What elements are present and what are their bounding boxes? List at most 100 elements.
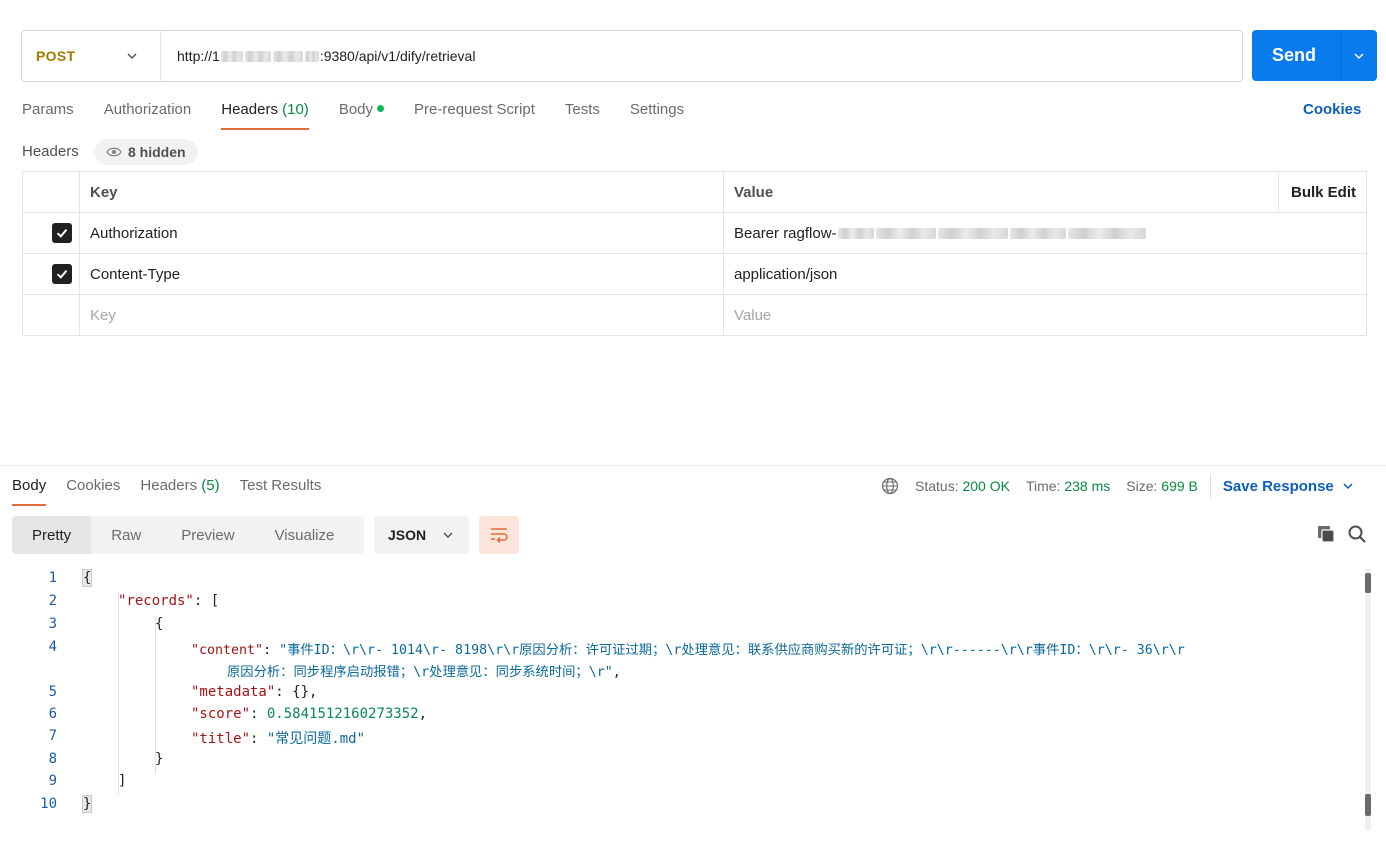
body-indicator-dot (377, 105, 385, 112)
tab-response-body[interactable]: Body (12, 477, 47, 506)
method-label: POST (36, 48, 76, 64)
json-number: 0.5841512160273352 (266, 706, 419, 722)
table-header-row: Key Value Bulk Edit (23, 172, 1366, 213)
redacted-blur (272, 50, 303, 62)
tab-tests[interactable]: Tests (565, 100, 600, 130)
redacted-blur (837, 227, 874, 239)
redacted-blur (875, 227, 936, 239)
line-number: 8 (48, 751, 57, 767)
format-label: JSON (388, 527, 427, 543)
code-line: "metadata": {}, (191, 684, 317, 700)
json-punct: , (612, 665, 621, 680)
send-button[interactable]: Send (1252, 30, 1377, 81)
column-value: Value (734, 183, 774, 201)
scrollbar-thumb[interactable] (1365, 794, 1371, 816)
tab-authorization[interactable]: Authorization (104, 100, 192, 130)
line-number: 7 (48, 728, 57, 744)
cookies-link[interactable]: Cookies (1303, 101, 1361, 118)
url-bar: POST http://1 :9380/api/v1/dify/retrieva… (21, 30, 1243, 82)
redacted-blur (244, 50, 271, 62)
header-key-field[interactable]: Content-Type (90, 254, 180, 294)
tab-label: Tests (564, 101, 600, 118)
wrap-lines-button[interactable] (479, 516, 519, 554)
send-label: Send (1272, 45, 1317, 65)
headers-section-title: Headers (22, 143, 79, 160)
status-separator (1209, 474, 1211, 498)
time-value: 238 ms (1064, 478, 1111, 494)
tab-label: Authorization (103, 101, 192, 118)
hidden-count: 8 hidden (128, 144, 186, 160)
tab-test-results[interactable]: Test Results (240, 477, 322, 505)
check-icon (56, 270, 68, 279)
tab-response-headers[interactable]: Headers (5) (140, 477, 219, 505)
redacted-blur (1067, 227, 1146, 239)
tab-response-cookies[interactable]: Cookies (66, 477, 120, 505)
code-line: "score": 0.5841512160273352, (191, 706, 427, 722)
url-input[interactable]: http://1 :9380/api/v1/dify/retrieval (161, 48, 475, 64)
tab-prerequest-script[interactable]: Pre-request Script (414, 100, 535, 130)
json-key: "content" (191, 643, 264, 658)
header-value-field[interactable]: application/json (734, 254, 837, 294)
view-visualize[interactable]: Visualize (255, 516, 355, 554)
redacted-blur (304, 50, 319, 62)
headers-table: Key Value Bulk Edit Authorization Bearer… (22, 171, 1367, 336)
chevron-down-icon (1343, 483, 1353, 490)
new-value-input[interactable]: Value (734, 295, 771, 336)
tab-settings[interactable]: Settings (630, 100, 684, 130)
column-key: Key (90, 183, 118, 201)
line-number: 1 (48, 570, 57, 586)
json-punct: } (155, 751, 164, 767)
code-line: } (81, 795, 93, 813)
line-number: 9 (48, 773, 57, 789)
headers-count: (10) (282, 101, 309, 118)
view-preview[interactable]: Preview (161, 516, 254, 554)
view-mode-segmented: Pretty Raw Preview Visualize (12, 516, 364, 554)
tab-label: Pre-request Script (414, 101, 535, 118)
code-scrollbar[interactable] (1365, 569, 1371, 831)
bulk-edit-button[interactable]: Bulk Edit (1291, 172, 1356, 212)
code-line: { (155, 616, 163, 632)
scrollbar-thumb[interactable] (1365, 573, 1371, 593)
indent-guide (118, 593, 119, 795)
tab-headers[interactable]: Headers (10) (221, 100, 309, 130)
chevron-down-icon (1354, 52, 1364, 59)
row-checkbox[interactable] (52, 213, 72, 253)
line-number: 2 (48, 593, 57, 609)
format-select[interactable]: JSON (374, 516, 469, 554)
code-line: "records": [ (118, 593, 219, 609)
save-response-button[interactable]: Save Response (1223, 478, 1354, 495)
code-line-wrap: 原因分析：同步程序启动报错；\r处理意见：同步系统时间；\r", (227, 661, 621, 680)
tab-label: Params (22, 101, 74, 118)
checkbox[interactable] (52, 264, 72, 284)
response-tabs: Body Cookies Headers (5) Test Results (12, 477, 341, 506)
globe-icon[interactable] (881, 477, 899, 495)
chevron-down-icon (127, 53, 137, 59)
code-line: "title": "常见问题.md" (191, 728, 365, 748)
status-label: Status: (915, 478, 959, 494)
header-value-field[interactable]: Bearer ragflow- (734, 213, 1147, 253)
request-tabs: Params Authorization Headers (10) Body P… (22, 100, 714, 132)
copy-icon[interactable] (1316, 524, 1336, 544)
json-punct: : (263, 643, 280, 658)
json-punct: ] (118, 773, 127, 789)
method-select[interactable]: POST (22, 31, 161, 81)
response-headers-count: (5) (201, 477, 220, 494)
code-line: "content": "事件ID：\r\r- 1014\r- 8198\r\r原… (191, 639, 1185, 658)
new-key-input[interactable]: Key (90, 295, 116, 336)
status-value: 200 OK (962, 478, 1010, 494)
header-key-field[interactable]: Authorization (90, 213, 178, 253)
size-label: Size: (1126, 478, 1158, 494)
hidden-headers-toggle[interactable]: 8 hidden (94, 139, 198, 165)
view-pretty[interactable]: Pretty (12, 516, 92, 554)
view-raw[interactable]: Raw (91, 516, 161, 554)
row-checkbox[interactable] (52, 254, 72, 294)
tab-label: Cookies (66, 477, 121, 494)
tab-params[interactable]: Params (22, 100, 74, 130)
chevron-down-icon (443, 532, 453, 538)
send-options-button[interactable] (1341, 50, 1377, 62)
checkbox[interactable] (52, 223, 72, 243)
open-brace: { (81, 569, 93, 587)
search-icon[interactable] (1347, 524, 1367, 544)
json-punct: : [ (193, 593, 220, 609)
tab-body[interactable]: Body (339, 100, 385, 130)
